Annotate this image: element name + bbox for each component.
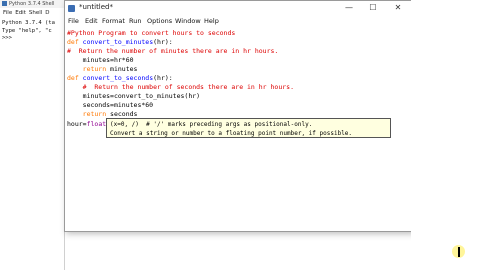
code-text-rest: (hr): — [153, 74, 173, 82]
menu-help[interactable]: Help — [204, 17, 219, 25]
shell-menubar: File Edit Shell D — [0, 10, 64, 18]
python-shell-window[interactable]: Python 3.7.4 Shell File Edit Shell D Python… — [0, 0, 65, 270]
code-text-rest: seconds=minutes*60 — [82, 101, 154, 109]
code-text-rest: minutes=convert_to_minutes(hr) — [82, 92, 201, 100]
code-text-rest: minutes — [106, 65, 138, 73]
editor-title: *untitled* — [79, 3, 114, 11]
function-name: convert_to_minutes — [82, 38, 154, 46]
code-line: minutes=convert_to_minutes(hr) — [67, 92, 294, 101]
shell-line: Python 3.7.4 (ta — [2, 20, 55, 26]
menu-window[interactable]: Window — [175, 17, 201, 25]
maximize-button[interactable]: ☐ — [364, 2, 382, 13]
editor-window[interactable]: *untitled* — ☐ ✕ File Edit Format Run Op… — [64, 0, 413, 232]
shell-title: Python 3.7.4 Shell — [9, 1, 55, 7]
code-text-rest: seconds — [106, 110, 138, 118]
calltip-signature: (x=0, /) # '/' marks preceding args as p… — [110, 121, 313, 128]
code-text-rest: (hr): — [153, 38, 173, 46]
code-text-rest: hour= — [67, 120, 87, 128]
keyword: return — [82, 65, 107, 73]
code-line: # Return the number of seconds there are… — [67, 83, 294, 92]
comment: #Python Program to convert hours to seco… — [67, 29, 236, 37]
code-line: return minutes — [67, 65, 294, 74]
shell-menu-edit[interactable]: Edit — [15, 10, 26, 16]
shell-line: Type "help", "c — [2, 27, 52, 34]
comment: # Return the number of minutes there are… — [67, 47, 279, 55]
python-icon — [2, 1, 7, 6]
calltip-tooltip: (x=0, /) # '/' marks preceding args as p… — [106, 118, 391, 138]
shell-titlebar: Python 3.7.4 Shell — [0, 0, 64, 8]
menu-format[interactable]: Format — [102, 17, 125, 25]
desktop-background — [411, 0, 480, 270]
code-line: #Python Program to convert hours to seco… — [67, 29, 294, 38]
shell-menu-file[interactable]: File — [3, 10, 12, 16]
shell-menu-debug[interactable]: D — [45, 10, 49, 16]
code-line: seconds=minutes*60 — [67, 101, 294, 110]
close-button[interactable]: ✕ — [389, 2, 407, 13]
keyword: return — [82, 110, 107, 118]
code-line: def convert_to_minutes(hr): — [67, 38, 294, 47]
menu-options[interactable]: Options — [147, 17, 172, 25]
function-name: convert_to_seconds — [82, 74, 154, 82]
shell-output[interactable]: Python 3.7.4 (ta Type "help", "c >>> — [2, 20, 55, 43]
keyword: def — [67, 74, 79, 82]
menu-run[interactable]: Run — [129, 17, 141, 25]
editor-titlebar[interactable]: *untitled* — ☐ ✕ — [65, 1, 412, 16]
keyword: def — [67, 38, 79, 46]
calltip-description: Convert a string or number to a floating… — [110, 130, 353, 137]
comment: # Return the number of seconds there are… — [82, 83, 294, 91]
editor-menubar: File Edit Format Run Options Window Help — [65, 15, 412, 26]
minimize-button[interactable]: — — [340, 2, 358, 13]
i-beam-cursor-icon — [458, 247, 460, 257]
code-line: def convert_to_seconds(hr): — [67, 74, 294, 83]
menu-file[interactable]: File — [68, 17, 79, 25]
shell-menu-shell[interactable]: Shell — [29, 10, 42, 16]
code-text-rest: minutes=hr*60 — [82, 56, 134, 64]
shell-prompt: >>> — [2, 35, 12, 41]
code-line: minutes=hr*60 — [67, 56, 294, 65]
python-file-icon — [68, 5, 75, 12]
code-text: #Python Program to convert hours to seco… — [67, 29, 294, 129]
menu-edit[interactable]: Edit — [85, 17, 98, 25]
code-line: # Return the number of minutes there are… — [67, 47, 294, 56]
builtin: float — [86, 120, 107, 128]
